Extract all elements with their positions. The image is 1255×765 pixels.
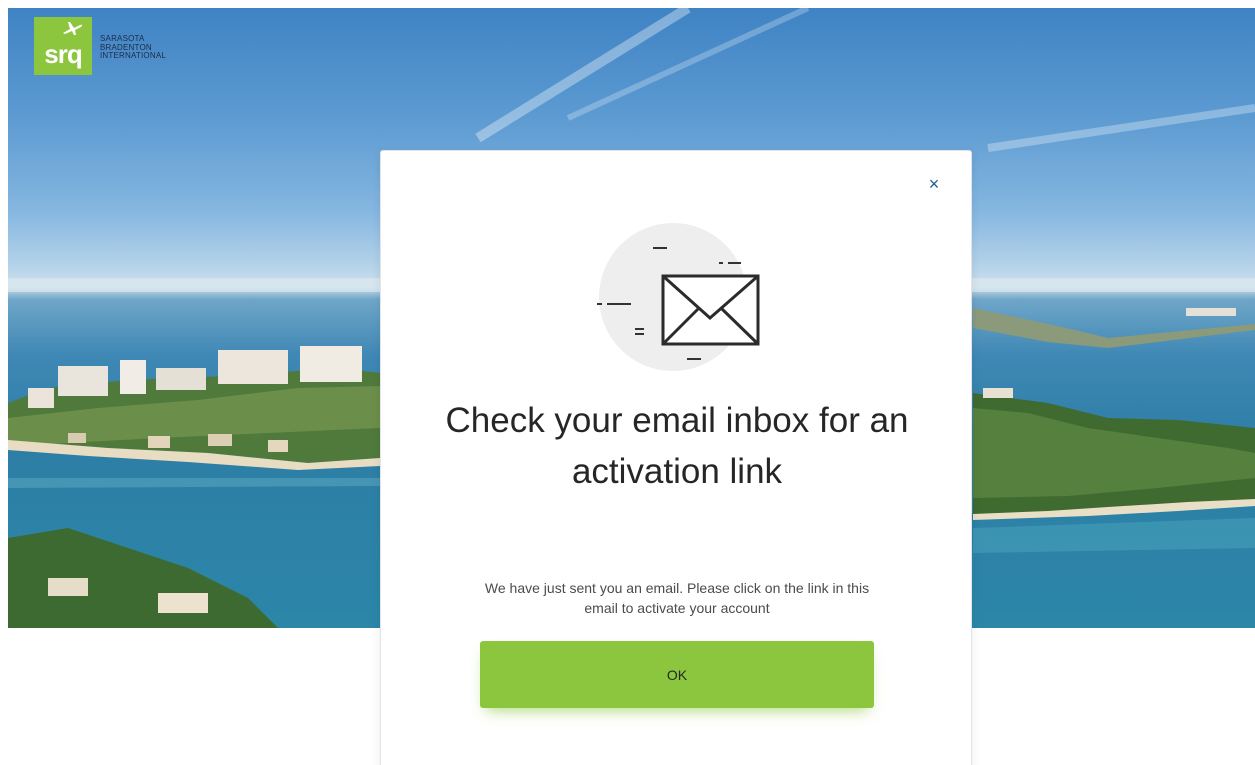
ok-button[interactable]: OK <box>480 641 874 708</box>
modal-message: We have just sent you an email. Please c… <box>484 580 870 616</box>
logo-wordmark: SARASOTA BRADENTON INTERNATIONAL <box>100 35 166 61</box>
airplane-icon <box>63 22 83 35</box>
srq-logo-mark: srq <box>34 17 92 75</box>
logo-line-3: INTERNATIONAL <box>100 51 167 61</box>
srq-logo[interactable]: srq SARASOTA BRADENTON INTERNATIONAL <box>34 16 166 76</box>
logo-mark-text: srq <box>44 39 82 69</box>
envelope-icon <box>597 223 760 371</box>
activation-modal: × Check your email inbox for an activati… <box>380 150 972 765</box>
page: srq SARASOTA BRADENTON INTERNATIONAL × C… <box>0 0 1255 765</box>
close-icon[interactable]: × <box>923 173 945 195</box>
modal-heading: Check your email inbox for an activation… <box>445 401 909 491</box>
